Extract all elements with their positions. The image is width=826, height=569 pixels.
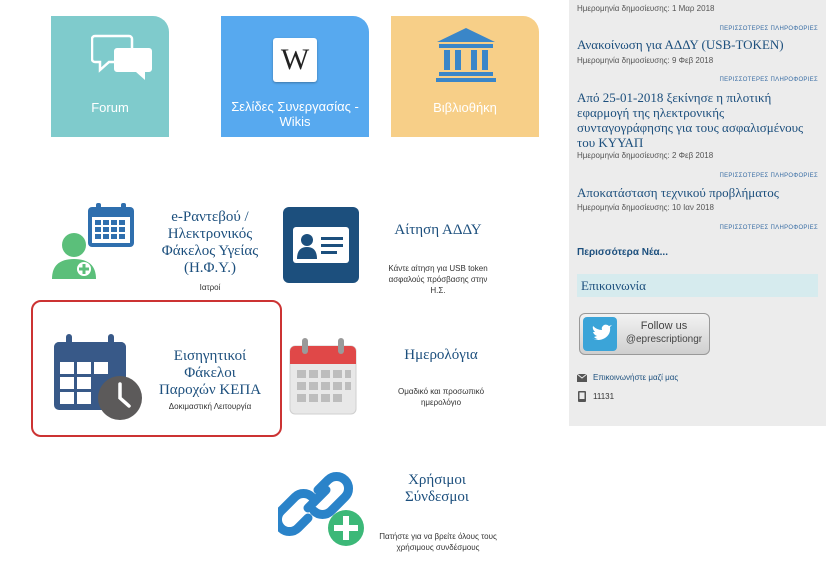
calendars-service[interactable]: Ημερολόγια Ομαδικό και προσωπικό ημερολό… — [288, 338, 516, 418]
news-title-3[interactable]: Αποκατάσταση τεχνικού προβλήματος — [577, 185, 817, 200]
appointments-service[interactable]: e-Ραντεβού / Ηλεκτρονικός Φάκελος Υγείας… — [50, 200, 282, 300]
addy-title: Αίτηση ΑΔΔΥ — [394, 222, 482, 238]
more-info-link[interactable]: ΠΕΡΙΣΣΟΤΕΡΕΣ ΠΛΗΡΟΦΟΡΙΕΣ — [719, 173, 818, 179]
news-sidebar: Ημερομηνία δημοσίευσης: 1 Μαρ 2018 ΠΕΡΙΣ… — [569, 0, 826, 426]
links-desc: Πατήστε για να βρείτε όλους τους χρήσιμο… — [379, 532, 497, 552]
library-tile[interactable]: Βιβλιοθήκη — [391, 16, 539, 137]
speech-bubbles-icon — [91, 34, 152, 80]
appointments-title: e-Ραντεβού / Ηλεκτρονικός Φάκελος Υγείας… — [161, 209, 259, 276]
contact-phone-number: 11131 — [593, 392, 615, 401]
twitter-icon — [583, 317, 617, 351]
twitter-follow-button[interactable]: Follow us @eprescriptiongr — [579, 313, 710, 355]
twitter-follow-label: Follow us — [640, 320, 688, 332]
news-date-top: Ημερομηνία δημοσίευσης: 1 Μαρ 2018 — [577, 4, 715, 13]
news-date-2: Ημερομηνία δημοσίευσης: 2 Φεβ 2018 — [577, 151, 714, 160]
wikipedia-icon: W — [273, 38, 317, 82]
contact-heading: Επικοινωνία — [577, 274, 818, 297]
contact-email-link[interactable]: Επικοινωνήστε μαζί μας — [593, 373, 678, 382]
news-title-1[interactable]: Ανακοίνωση για ΑΔΔΥ (USB-TOKEN) — [577, 37, 817, 52]
appointments-desc: Ιατροί — [199, 283, 221, 292]
kepa-title: Εισηγητικοί Φάκελοι Παροχών ΚΕΠΑ — [158, 348, 262, 398]
forum-tile[interactable]: Forum — [51, 16, 169, 137]
news-title-2[interactable]: Από 25-01-2018 ξεκίνησε η πιλοτική εφαρμ… — [577, 90, 817, 150]
mobile-phone-icon — [578, 391, 586, 402]
forum-label: Forum — [91, 100, 129, 115]
library-label: Βιβλιοθήκη — [433, 100, 497, 115]
more-info-link[interactable]: ΠΕΡΙΣΣΟΤΕΡΕΣ ΠΛΗΡΟΦΟΡΙΕΣ — [719, 77, 818, 83]
links-title: Χρήσιμοι Σύνδεσμοι — [405, 472, 469, 505]
more-info-link[interactable]: ΠΕΡΙΣΣΟΤΕΡΕΣ ΠΛΗΡΟΦΟΡΙΕΣ — [719, 225, 818, 231]
links-service[interactable]: Χρήσιμοι Σύνδεσμοι Πατήστε για να βρείτε… — [278, 460, 518, 566]
kepa-desc: Δοκιμαστική Λειτουργία — [168, 402, 252, 411]
calendars-desc: Ομαδικό και προσωπικό ημερολόγιο — [397, 387, 485, 407]
addy-service[interactable]: Αίτηση ΑΔΔΥ Κάντε αίτηση για USB token α… — [283, 204, 515, 300]
calendars-title: Ημερολόγια — [404, 347, 478, 363]
twitter-handle: @eprescriptiongr — [625, 334, 703, 345]
news-date-3: Ημερομηνία δημοσίευσης: 10 Ιαν 2018 — [577, 203, 714, 212]
calendar-clock-icon — [54, 334, 142, 420]
addy-desc: Κάντε αίτηση για USB token ασφαλούς πρόσ… — [388, 264, 488, 295]
calendar-icon — [289, 338, 357, 415]
contact-heading-label: Επικοινωνία — [581, 278, 646, 293]
kepa-service[interactable]: Εισηγητικοί Φάκελοι Παροχών ΚΕΠΑ Δοκιμασ… — [31, 300, 282, 437]
wikis-label: Σελίδες Συνεργασίας - Wikis — [231, 99, 359, 129]
doctor-calendar-icon — [52, 203, 134, 279]
id-card-icon — [283, 207, 359, 283]
link-add-icon — [278, 472, 364, 546]
more-news-link[interactable]: Περισσότερα Νέα... — [577, 247, 668, 258]
envelope-icon — [577, 374, 587, 382]
news-date-1: Ημερομηνία δημοσίευσης: 9 Φεβ 2018 — [577, 56, 714, 65]
wikis-tile[interactable]: W Σελίδες Συνεργασίας - Wikis — [221, 16, 369, 137]
more-info-link[interactable]: ΠΕΡΙΣΣΟΤΕΡΕΣ ΠΛΗΡΟΦΟΡΙΕΣ — [719, 26, 818, 32]
library-building-icon — [436, 28, 496, 82]
